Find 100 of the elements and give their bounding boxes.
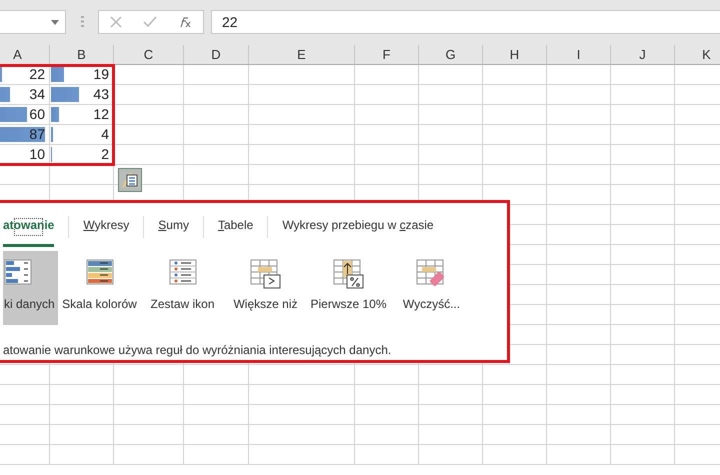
table-cell <box>611 85 675 105</box>
quick-option[interactable]: Pierwsze 10% <box>307 251 390 325</box>
table-cell <box>0 405 50 425</box>
table-cell <box>611 405 675 425</box>
table-cell <box>547 445 611 465</box>
tab[interactable]: Wykresy przebiegu w czasie <box>282 207 434 247</box>
column-header[interactable]: K <box>675 45 720 64</box>
quick-analysis-button[interactable] <box>118 168 142 192</box>
column-header[interactable]: C <box>114 45 184 64</box>
quick-option[interactable]: Zestaw ikon <box>141 251 224 325</box>
table-cell <box>611 285 675 305</box>
table-cell <box>355 445 419 465</box>
table-cell <box>547 125 611 145</box>
data-cell: 87 <box>0 125 50 145</box>
table-cell <box>547 385 611 405</box>
table-cell <box>611 125 675 145</box>
table-cell <box>611 245 675 265</box>
table-cell <box>114 365 184 385</box>
table-cell <box>611 325 675 345</box>
table-cell <box>184 65 249 85</box>
quick-option[interactable]: Wyczyść... <box>390 251 473 325</box>
column-header[interactable]: D <box>184 45 249 64</box>
column-header[interactable]: F <box>355 45 419 64</box>
table-cell <box>114 65 184 85</box>
description-text: atowanie warunkowe używa reguł do wyróżniania interesujących danych. <box>3 343 392 357</box>
data-cell: 22 <box>0 65 50 85</box>
table-cell <box>547 105 611 125</box>
table-cell <box>547 185 611 205</box>
data-cell: 4 <box>50 125 114 145</box>
table-cell <box>419 385 483 405</box>
table-cell <box>184 405 249 425</box>
table-cell <box>611 105 675 125</box>
table-cell <box>184 145 249 165</box>
table-cell <box>114 405 184 425</box>
table-cell <box>419 65 483 85</box>
data-cell: 12 <box>50 105 114 125</box>
column-header[interactable]: I <box>547 45 611 64</box>
table-cell <box>114 385 184 405</box>
table-cell <box>114 145 184 165</box>
dropdown-caret-icon[interactable] <box>51 20 59 24</box>
table-cell <box>547 145 611 165</box>
column-header[interactable]: G <box>419 45 483 64</box>
table-cell <box>611 445 675 465</box>
data-bars-icon <box>4 259 32 285</box>
table-cell <box>184 445 249 465</box>
tab[interactable]: atowanie <box>3 207 54 247</box>
table-cell <box>611 425 675 445</box>
column-header[interactable]: E <box>249 45 355 64</box>
tab[interactable]: Tabele <box>218 207 254 247</box>
table-cell <box>483 405 547 425</box>
table-cell <box>355 65 419 85</box>
table-cell <box>547 165 611 185</box>
table-cell <box>483 125 547 145</box>
table-cell <box>483 165 547 185</box>
table-cell <box>611 185 675 205</box>
data-cell: 10 <box>0 145 50 165</box>
table-cell <box>50 365 114 385</box>
table-cell <box>547 65 611 85</box>
quick-option[interactable]: ki danych <box>3 251 58 325</box>
table-cell <box>0 385 50 405</box>
table-cell <box>419 85 483 105</box>
column-header[interactable]: H <box>483 45 547 64</box>
table-cell <box>611 165 675 185</box>
table-cell <box>547 245 611 265</box>
table-cell <box>50 425 114 445</box>
column-header[interactable]: J <box>611 45 675 64</box>
quick-option[interactable]: Większe niż <box>224 251 307 325</box>
table-cell <box>355 85 419 105</box>
tab[interactable]: Wykresy <box>83 207 130 247</box>
table-cell <box>611 145 675 165</box>
table-cell <box>483 145 547 165</box>
table-cell <box>355 405 419 425</box>
table-cell <box>114 105 184 125</box>
table-cell <box>419 445 483 465</box>
checkmark-icon[interactable] <box>142 16 157 28</box>
drag-handle-icon <box>80 16 84 27</box>
data-cell: 34 <box>0 85 50 105</box>
column-header[interactable]: B <box>50 45 114 64</box>
table-cell <box>355 365 419 385</box>
table-cell <box>114 445 184 465</box>
data-cell: 43 <box>50 85 114 105</box>
table-cell <box>355 145 419 165</box>
formula-input[interactable]: 22 <box>211 10 720 34</box>
table-cell <box>419 425 483 445</box>
tab[interactable]: Sumy <box>158 207 189 247</box>
table-cell <box>419 145 483 165</box>
table-cell <box>184 105 249 125</box>
column-header[interactable]: A <box>0 45 50 64</box>
quick-option[interactable]: Skala kolorów <box>58 251 141 325</box>
table-cell <box>483 105 547 125</box>
table-cell <box>611 345 675 365</box>
table-cell <box>547 285 611 305</box>
table-cell <box>0 445 50 465</box>
table-cell <box>547 225 611 245</box>
table-cell <box>114 85 184 105</box>
function-icon[interactable] <box>178 16 192 28</box>
table-cell <box>611 205 675 225</box>
table-cell <box>184 425 249 445</box>
table-cell <box>184 365 249 385</box>
table-cell <box>355 105 419 125</box>
